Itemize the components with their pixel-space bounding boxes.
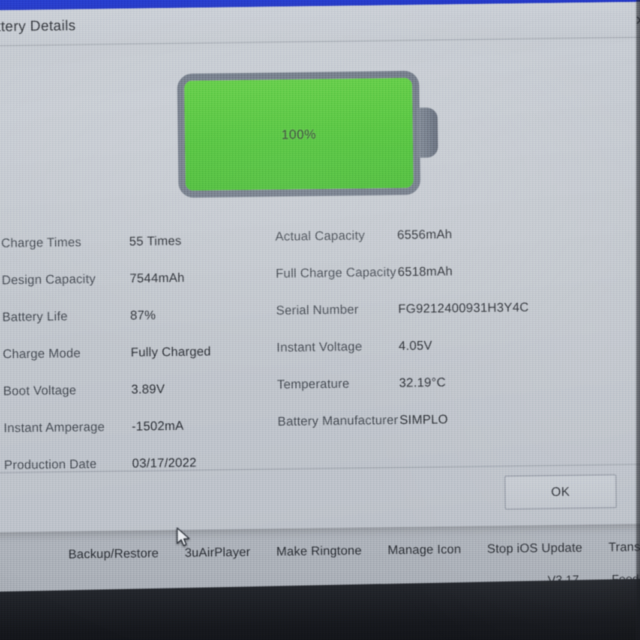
- detail-value: FG9212400931H3Y4C: [398, 299, 529, 316]
- detail-value: 4.05V: [398, 338, 433, 353]
- toolbar-item-3uairplayer[interactable]: 3uAirPlayer: [172, 545, 264, 560]
- detail-label: Design Capacity: [1, 271, 96, 287]
- detail-value: SIMPLO: [399, 411, 449, 427]
- detail-row-actual-capacity: Actual Capacity 6556mAh: [275, 213, 635, 255]
- detail-row-charge-times: Charge Times 55 Times: [1, 220, 301, 261]
- detail-value: 7544mAh: [129, 270, 185, 286]
- detail-value: 03/17/2022: [132, 455, 197, 470]
- toolbar-item-backup-restore[interactable]: Backup/Restore: [55, 546, 172, 562]
- detail-row-temperature: Temperature 32.19°C: [277, 361, 637, 403]
- dialog-footer: OK: [0, 465, 640, 533]
- toolbar-item-manage-icon[interactable]: Manage Icon: [375, 542, 475, 557]
- screen-photo: Backup/Restore 3uAirPlayer Make Ringtone…: [0, 0, 640, 640]
- battery-details-dialog: attery Details × 100% Charge Times 55 Ti…: [0, 1, 640, 533]
- detail-label: Instant Amperage: [3, 419, 105, 435]
- detail-label: Full Charge Capacity: [275, 264, 397, 281]
- detail-label: Serial Number: [276, 302, 359, 318]
- detail-value: 6556mAh: [397, 226, 453, 242]
- detail-value: 55 Times: [129, 233, 182, 249]
- detail-value: Fully Charged: [130, 343, 212, 360]
- details-left-column: Charge Times 55 Times Design Capacity 75…: [1, 220, 304, 483]
- detail-row-charge-mode: Charge Mode Fully Charged: [2, 331, 302, 372]
- detail-row-instant-voltage: Instant Voltage 4.05V: [276, 324, 636, 366]
- dialog-title: attery Details: [0, 18, 76, 36]
- toolbar-item-transfer-data[interactable]: Transfer Data: [595, 539, 640, 554]
- toolbar-item-make-ringtone[interactable]: Make Ringtone: [263, 543, 375, 559]
- detail-row-boot-voltage: Boot Voltage 3.89V: [3, 368, 303, 409]
- battery-details-grid: Charge Times 55 Times Design Capacity 75…: [0, 216, 640, 473]
- detail-label: Actual Capacity: [275, 227, 365, 244]
- detail-label: Battery Life: [2, 308, 68, 324]
- detail-label: Charge Mode: [2, 345, 81, 361]
- dialog-titlebar: attery Details ×: [0, 1, 640, 47]
- detail-label: Temperature: [277, 376, 350, 392]
- detail-value: 32.19°C: [398, 374, 446, 390]
- battery-body: 100%: [177, 70, 421, 198]
- detail-label: Instant Voltage: [276, 338, 363, 355]
- ok-button[interactable]: OK: [504, 474, 617, 510]
- toolbar-item-stop-ios-update[interactable]: Stop iOS Update: [474, 540, 595, 556]
- detail-value: 3.89V: [131, 381, 165, 397]
- monitor-screen: Backup/Restore 3uAirPlayer Make Ringtone…: [0, 0, 640, 613]
- detail-row-serial-number: Serial Number FG9212400931H3Y4C: [276, 287, 636, 329]
- detail-label: Production Date: [4, 456, 97, 472]
- detail-row-instant-amperage: Instant Amperage -1502mA: [3, 405, 303, 446]
- battery-graphic: 100%: [177, 62, 447, 201]
- toolbar-item-list: Backup/Restore 3uAirPlayer Make Ringtone…: [55, 539, 640, 562]
- detail-label: Boot Voltage: [3, 382, 77, 398]
- detail-row-design-capacity: Design Capacity 7544mAh: [1, 257, 301, 298]
- detail-row-battery-manufacturer: Battery Manufacturer SIMPLO: [277, 398, 637, 440]
- detail-row-full-charge-capacity: Full Charge Capacity 6518mAh: [275, 250, 635, 292]
- detail-value: 87%: [130, 307, 156, 323]
- detail-label: Charge Times: [1, 234, 82, 250]
- battery-terminal-nub: [417, 107, 439, 158]
- detail-label: Battery Manufacturer: [277, 412, 399, 429]
- battery-percent-label: 100%: [281, 126, 317, 143]
- detail-value: -1502mA: [131, 418, 184, 434]
- detail-row-battery-life: Battery Life 87%: [2, 294, 302, 335]
- detail-value: 6518mAh: [397, 263, 453, 279]
- monitor-bezel-right: [636, 0, 640, 640]
- details-right-column: Actual Capacity 6556mAh Full Charge Capa…: [275, 213, 638, 440]
